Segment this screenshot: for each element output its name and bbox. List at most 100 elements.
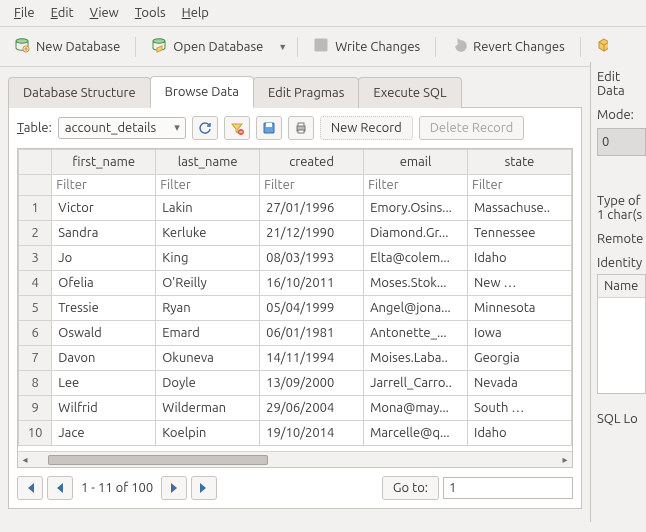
cell-first_name[interactable]: Davon bbox=[52, 346, 156, 371]
row-number[interactable]: 10 bbox=[19, 421, 52, 446]
cell-first_name[interactable]: Tressie bbox=[52, 296, 156, 321]
cell-last_name[interactable]: Koelpin bbox=[156, 421, 260, 446]
extra-toolbar-button[interactable] bbox=[588, 33, 608, 60]
refresh-button[interactable] bbox=[192, 116, 218, 140]
cell-created[interactable]: 21/12/1990 bbox=[260, 221, 364, 246]
col-email[interactable]: email bbox=[364, 150, 468, 175]
cell-last_name[interactable]: O'Reilly bbox=[156, 271, 260, 296]
table-row[interactable]: 10JaceKoelpin19/10/2014Marcelle@q...Idah… bbox=[19, 421, 572, 446]
cell-created[interactable]: 06/01/1981 bbox=[260, 321, 364, 346]
cell-email[interactable]: Emory.Osins... bbox=[364, 196, 468, 221]
table-row[interactable]: 8LeeDoyle13/09/2000Jarrell_Carro..Nevada bbox=[19, 371, 572, 396]
filter-last_name[interactable] bbox=[160, 178, 255, 192]
tab-structure[interactable]: Database Structure bbox=[8, 77, 151, 108]
cell-created[interactable]: 29/06/2004 bbox=[260, 396, 364, 421]
cell-last_name[interactable]: Lakin bbox=[156, 196, 260, 221]
cell-email[interactable]: Moses.Stok... bbox=[364, 271, 468, 296]
pager-next[interactable] bbox=[161, 476, 187, 500]
col-created[interactable]: created bbox=[260, 150, 364, 175]
row-number[interactable]: 6 bbox=[19, 321, 52, 346]
col-state[interactable]: state bbox=[468, 150, 572, 175]
table-row[interactable]: 5TressieRyan05/04/1999Angel@jona...Minne… bbox=[19, 296, 572, 321]
row-number[interactable]: 4 bbox=[19, 271, 52, 296]
cell-last_name[interactable]: Doyle bbox=[156, 371, 260, 396]
row-number[interactable]: 3 bbox=[19, 246, 52, 271]
cell-created[interactable]: 13/09/2000 bbox=[260, 371, 364, 396]
cell-created[interactable]: 16/10/2011 bbox=[260, 271, 364, 296]
cell-state[interactable]: Minnesota bbox=[468, 296, 572, 321]
cell-first_name[interactable]: Jo bbox=[52, 246, 156, 271]
side-list-header[interactable]: Name bbox=[598, 275, 645, 298]
cell-email[interactable]: Jarrell_Carro.. bbox=[364, 371, 468, 396]
cell-created[interactable]: 08/03/1993 bbox=[260, 246, 364, 271]
cell-state[interactable]: Iowa bbox=[468, 321, 572, 346]
cell-last_name[interactable]: Kerluke bbox=[156, 221, 260, 246]
cell-last_name[interactable]: Ryan bbox=[156, 296, 260, 321]
table-row[interactable]: 6OswaldEmard06/01/1981Antonette_...Iowa bbox=[19, 321, 572, 346]
pager-prev[interactable] bbox=[47, 476, 73, 500]
cell-state[interactable]: Idaho bbox=[468, 246, 572, 271]
tab-browse[interactable]: Browse Data bbox=[150, 76, 254, 108]
menu-tools[interactable]: Tools bbox=[127, 3, 174, 23]
col-last_name[interactable]: last_name bbox=[156, 150, 260, 175]
cell-email[interactable]: Diamond.Gr... bbox=[364, 221, 468, 246]
side-value-box[interactable]: 0 bbox=[597, 128, 646, 156]
cell-state[interactable]: Idaho bbox=[468, 421, 572, 446]
cell-email[interactable]: Elta@colem... bbox=[364, 246, 468, 271]
cell-first_name[interactable]: Ofelia bbox=[52, 271, 156, 296]
cell-state[interactable]: Nevada bbox=[468, 371, 572, 396]
cell-state[interactable]: Georgia bbox=[468, 346, 572, 371]
cell-created[interactable]: 19/10/2014 bbox=[260, 421, 364, 446]
cell-email[interactable]: Angel@jona... bbox=[364, 296, 468, 321]
cell-last_name[interactable]: Wilderman bbox=[156, 396, 260, 421]
new-record-button[interactable]: New Record bbox=[320, 116, 413, 140]
menu-edit[interactable]: Edit bbox=[43, 3, 82, 23]
tab-execute[interactable]: Execute SQL bbox=[358, 77, 461, 108]
side-sql-log[interactable]: SQL Lo bbox=[597, 412, 646, 426]
cell-email[interactable]: Antonette_... bbox=[364, 321, 468, 346]
filter-created[interactable] bbox=[264, 178, 359, 192]
clear-filters-button[interactable] bbox=[224, 116, 250, 140]
filter-state[interactable] bbox=[472, 178, 567, 192]
cell-first_name[interactable]: Oswald bbox=[52, 321, 156, 346]
goto-button[interactable]: Go to: bbox=[382, 476, 439, 500]
menu-view[interactable]: View bbox=[82, 3, 127, 23]
menu-file[interactable]: File bbox=[6, 3, 43, 23]
cell-last_name[interactable]: Okuneva bbox=[156, 346, 260, 371]
filter-first_name[interactable] bbox=[56, 178, 151, 192]
horizontal-scrollbar[interactable]: ◂ ▸ bbox=[18, 451, 572, 467]
table-row[interactable]: 2SandraKerluke21/12/1990Diamond.Gr...Ten… bbox=[19, 221, 572, 246]
row-number[interactable]: 1 bbox=[19, 196, 52, 221]
row-number[interactable]: 9 bbox=[19, 396, 52, 421]
cell-first_name[interactable]: Victor bbox=[52, 196, 156, 221]
cell-state[interactable]: Massachuse.. bbox=[468, 196, 572, 221]
menu-help[interactable]: Help bbox=[174, 3, 217, 23]
print-button[interactable] bbox=[288, 116, 314, 140]
new-database-button[interactable]: New Database bbox=[6, 33, 128, 60]
cell-state[interactable]: South … bbox=[468, 396, 572, 421]
save-button[interactable] bbox=[256, 116, 282, 140]
table-select[interactable]: account_details bbox=[58, 117, 186, 139]
table-row[interactable]: 3JoKing08/03/1993Elta@colem...Idaho bbox=[19, 246, 572, 271]
cell-created[interactable]: 27/01/1996 bbox=[260, 196, 364, 221]
row-number[interactable]: 2 bbox=[19, 221, 52, 246]
cell-first_name[interactable]: Wilfrid bbox=[52, 396, 156, 421]
row-number[interactable]: 8 bbox=[19, 371, 52, 396]
open-database-button[interactable]: Open Database bbox=[143, 33, 271, 60]
tab-pragmas[interactable]: Edit Pragmas bbox=[253, 77, 359, 108]
cell-last_name[interactable]: Emard bbox=[156, 321, 260, 346]
goto-input[interactable] bbox=[443, 477, 573, 499]
table-row[interactable]: 4OfeliaO'Reilly16/10/2011Moses.Stok...Ne… bbox=[19, 271, 572, 296]
pager-last[interactable] bbox=[191, 476, 217, 500]
cell-first_name[interactable]: Sandra bbox=[52, 221, 156, 246]
table-row[interactable]: 9WilfridWilderman29/06/2004Mona@may...So… bbox=[19, 396, 572, 421]
cell-first_name[interactable]: Lee bbox=[52, 371, 156, 396]
row-number[interactable]: 5 bbox=[19, 296, 52, 321]
col-first_name[interactable]: first_name bbox=[52, 150, 156, 175]
cell-first_name[interactable]: Jace bbox=[52, 421, 156, 446]
table-row[interactable]: 1VictorLakin27/01/1996Emory.Osins...Mass… bbox=[19, 196, 572, 221]
cell-created[interactable]: 05/04/1999 bbox=[260, 296, 364, 321]
cell-email[interactable]: Mona@may... bbox=[364, 396, 468, 421]
row-number[interactable]: 7 bbox=[19, 346, 52, 371]
cell-last_name[interactable]: King bbox=[156, 246, 260, 271]
